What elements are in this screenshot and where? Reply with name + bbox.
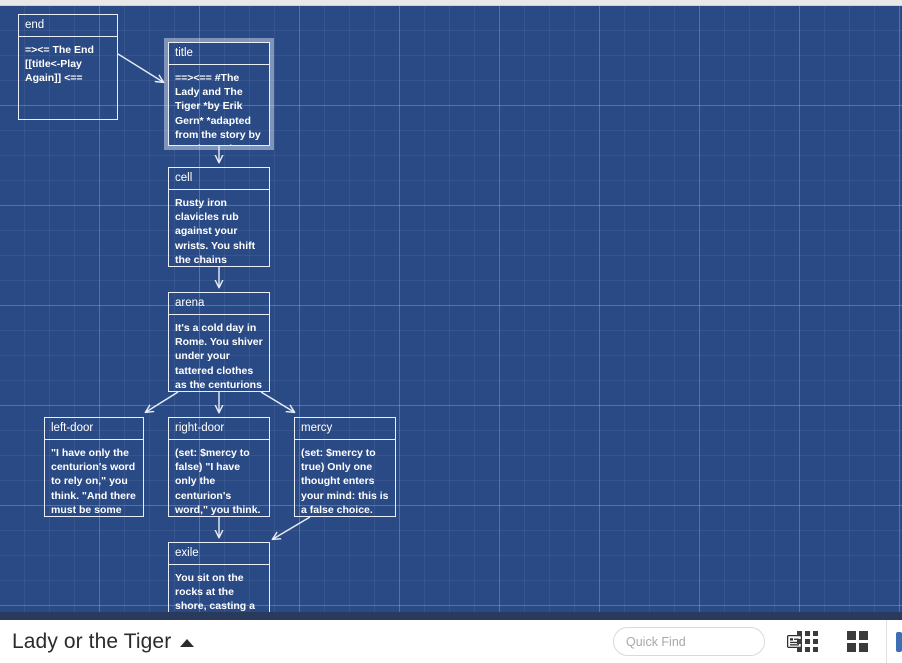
- passage-name: mercy: [295, 418, 395, 440]
- map-bottom-band: [0, 612, 902, 620]
- bottom-toolbar: Lady or the Tiger: [0, 620, 902, 663]
- passage-name: right-door: [169, 418, 269, 440]
- edge-accent-marker[interactable]: [896, 631, 902, 652]
- link-arena-to-mercy: [260, 391, 294, 412]
- passage-exile[interactable]: exile You sit on the rocks at the shore, …: [168, 542, 270, 612]
- story-title-menu-button[interactable]: Lady or the Tiger: [12, 629, 195, 654]
- story-title-label: Lady or the Tiger: [12, 629, 172, 653]
- passage-cell[interactable]: cell Rusty iron clavicles rub against you…: [168, 167, 270, 267]
- passage-excerpt: (set: $mercy to true) Only one thought e…: [301, 447, 389, 516]
- quick-find-input[interactable]: [626, 634, 787, 649]
- toolbar-divider: [886, 620, 887, 663]
- passage-excerpt: It's a cold day in Rome. You shiver unde…: [175, 322, 263, 391]
- grid-2x2-icon[interactable]: [842, 627, 872, 657]
- passage-excerpt: You sit on the rocks at the shore, casti…: [175, 572, 255, 612]
- passage-name: end: [19, 15, 117, 37]
- passage-name: title: [169, 43, 269, 65]
- link-arena-to-left-door: [146, 391, 179, 412]
- passage-title[interactable]: title ==><== #The Lady and The Tiger *by …: [164, 38, 274, 150]
- quick-find-field[interactable]: [613, 627, 802, 656]
- toolbar-right-group: [613, 620, 902, 663]
- passage-name: left-door: [45, 418, 143, 440]
- grid-3x3-icon[interactable]: [792, 627, 822, 657]
- passage-right-door[interactable]: right-door (set: $mercy to false) "I have…: [168, 417, 270, 517]
- passage-end[interactable]: end =><= The End [[title<-Play Again]] <=…: [18, 14, 118, 120]
- passage-excerpt: "I have only the centurion's word to rel…: [51, 447, 136, 516]
- passage-excerpt: Rusty iron clavicles rub against your wr…: [175, 197, 256, 266]
- passage-links-layer: [117, 53, 311, 612]
- passage-excerpt: (set: $mercy to false) "I have only the …: [175, 447, 261, 516]
- passage-name: cell: [169, 168, 269, 190]
- passage-left-door[interactable]: left-door "I have only the centurion's wo…: [44, 417, 144, 517]
- story-map-canvas[interactable]: end =><= The End [[title<-Play Again]] <=…: [0, 6, 902, 612]
- passage-name: exile: [169, 543, 269, 565]
- passage-mercy[interactable]: mercy (set: $mercy to true) Only one thou…: [294, 417, 396, 517]
- caret-up-icon: [180, 639, 195, 647]
- passage-arena[interactable]: arena It's a cold day in Rome. You shiver…: [168, 292, 270, 392]
- passage-excerpt: ==><== #The Lady and The Tiger *by Erik …: [175, 72, 261, 145]
- link-end-to-title: [117, 53, 163, 82]
- link-mercy-to-exile: [273, 516, 311, 539]
- passage-excerpt: =><= The End [[title<-Play Again]] <==: [25, 44, 94, 85]
- passage-name: arena: [169, 293, 269, 315]
